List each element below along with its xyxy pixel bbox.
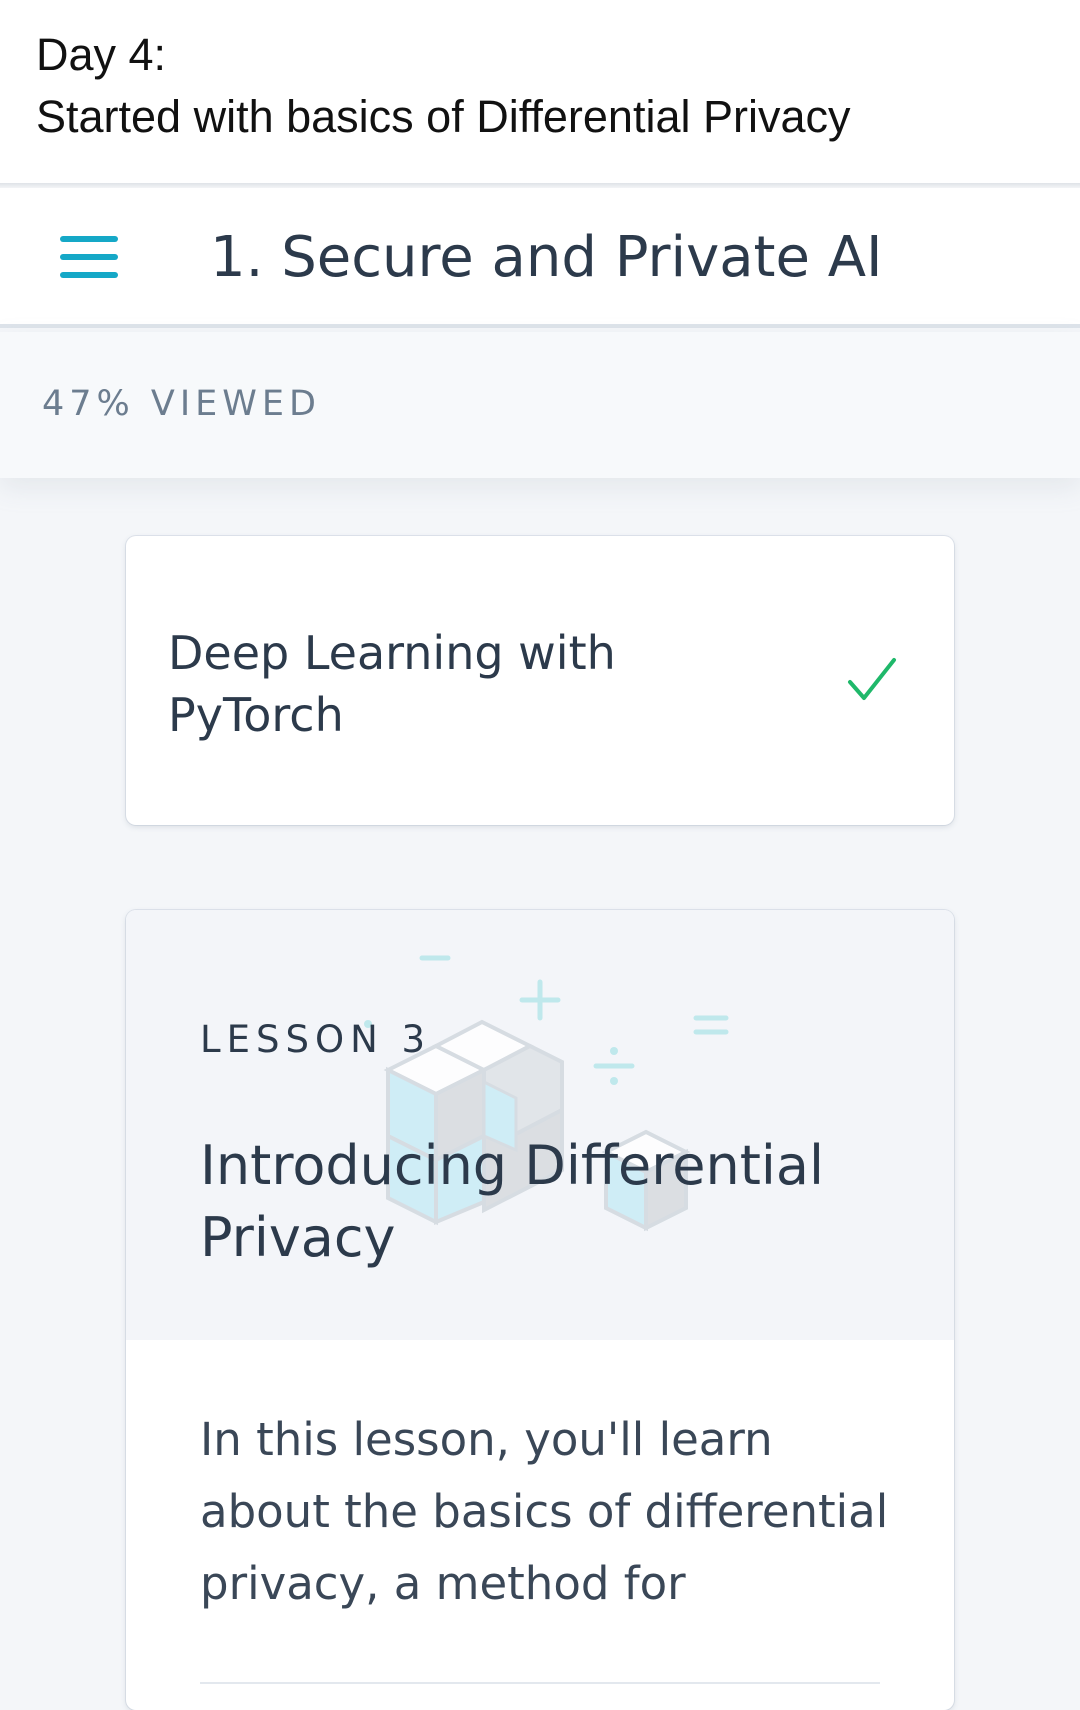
concept-card-deep-learning[interactable]: Deep Learning with PyTorch [126,536,954,825]
concept-title: Deep Learning with PyTorch [168,626,616,742]
lesson-card[interactable]: LESSON 3 Introducing Differential Privac… [126,910,954,1710]
app-header: 1. Secure and Private AI [0,188,1080,328]
lesson-hero-art [364,955,729,1232]
lesson-description: In this lesson, you'll learn about the b… [200,1413,889,1610]
progress-band: 47% VIEWED [0,332,1080,478]
post-caption: Day 4: Started with basics of Differenti… [0,0,1080,183]
hamburger-menu-icon[interactable] [60,236,118,278]
checkmark-icon [848,658,896,700]
post-caption-line-2: Started with basics of Differential Priv… [36,91,851,142]
lesson-number-label: LESSON 3 [200,1018,432,1061]
equals-icon [693,1015,729,1035]
divide-icon [593,1047,635,1085]
progress-label: 47% VIEWED [42,384,321,424]
plus-icon [519,979,561,1021]
post-caption-line-1: Day 4: [36,29,167,80]
lesson-divider [200,1682,880,1684]
course-title: 1. Secure and Private AI [210,225,883,290]
lesson-title: Introducing Differential Privacy [200,1134,824,1269]
